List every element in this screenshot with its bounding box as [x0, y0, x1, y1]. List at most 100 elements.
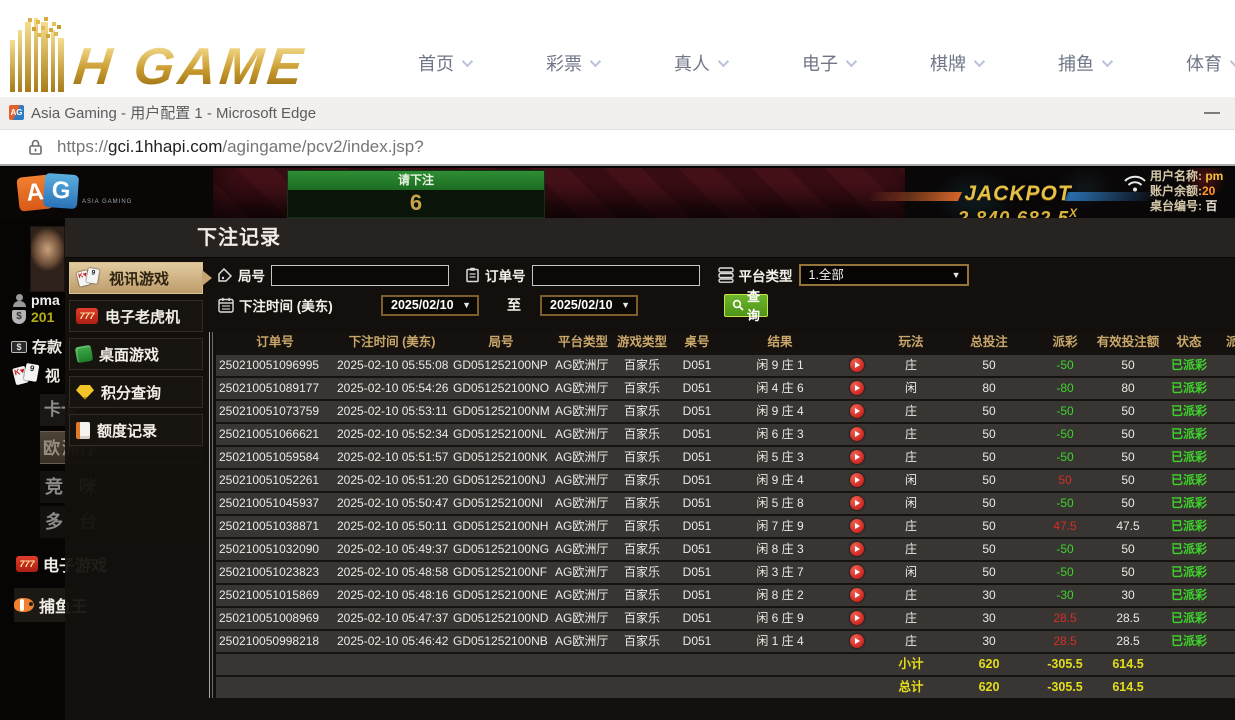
menu-item-table-games[interactable]: 桌面游戏: [69, 338, 203, 370]
table-cell: 闲 6 庄 3: [724, 424, 836, 445]
menu-label: 额度记录: [97, 420, 157, 441]
menu-item-quota-records[interactable]: 额度记录: [69, 414, 203, 446]
play-result-button[interactable]: [850, 427, 864, 441]
table-cell: 已派彩: [1160, 424, 1218, 445]
sidebar-balance: 201: [31, 309, 54, 325]
table-cell: [216, 654, 334, 675]
date-to-select[interactable]: 2025/02/10: [540, 295, 638, 316]
dice-icon: [75, 345, 94, 364]
table-cell: AG欧洲厅: [552, 516, 614, 537]
table-row: 2502100510891772025-02-10 05:54:26GD0512…: [216, 376, 1235, 399]
table-cell: [724, 654, 836, 675]
table-cell: [334, 654, 450, 675]
ag-favicon-icon: AG: [9, 105, 24, 120]
play-result-button[interactable]: [850, 542, 864, 556]
table-cell: 2025-02-10 05:51:20: [334, 470, 450, 491]
nav-item-slots[interactable]: 电子: [802, 50, 854, 76]
table-cell: 250210051073759: [216, 401, 334, 422]
chevron-down-icon: [1102, 56, 1113, 67]
table-cell: [836, 539, 878, 560]
table-cell: 50: [1096, 562, 1160, 583]
order-number-input[interactable]: [532, 265, 700, 286]
table-cell: [1218, 516, 1235, 537]
video-games-row[interactable]: K♥9 视: [14, 364, 60, 386]
table-cell: D051: [670, 516, 724, 537]
order-number-label: 订单号: [485, 265, 526, 285]
play-result-button[interactable]: [850, 565, 864, 579]
table-cell: [450, 654, 552, 675]
menu-item-slot-machine[interactable]: 777 电子老虎机: [69, 300, 203, 332]
play-result-button[interactable]: [850, 634, 864, 648]
nav-item-lottery[interactable]: 彩票: [546, 50, 598, 76]
table-cell: 已派彩: [1160, 355, 1218, 376]
table-cell: 庄: [878, 424, 944, 445]
table-row: 2502100510522612025-02-10 05:51:20GD0512…: [216, 468, 1235, 491]
column-header-clipped: 派: [1218, 332, 1235, 351]
table-cell: 250210051015869: [216, 585, 334, 606]
table-cell: AG欧洲厅: [552, 447, 614, 468]
table-cell: [1218, 447, 1235, 468]
play-result-button[interactable]: [850, 473, 864, 487]
table-cell: -30: [1034, 585, 1096, 606]
nav-item-fishing[interactable]: 捕鱼: [1058, 50, 1110, 76]
table-cell: 百家乐: [614, 493, 670, 514]
table-row: 2502100510238232025-02-10 05:48:58GD0512…: [216, 560, 1235, 583]
table-cell: 已派彩: [1160, 401, 1218, 422]
play-result-button[interactable]: [850, 611, 864, 625]
round-number-input[interactable]: [271, 265, 449, 286]
table-cell: [1160, 677, 1218, 698]
table-cell: 已派彩: [1160, 378, 1218, 399]
play-result-button[interactable]: [850, 404, 864, 418]
platform-type-select[interactable]: 1.全部: [799, 264, 969, 286]
play-result-button[interactable]: [850, 588, 864, 602]
play-result-button[interactable]: [850, 519, 864, 533]
playing-cards-icon: K♥9: [78, 269, 100, 288]
nav-item-live[interactable]: 真人: [674, 50, 726, 76]
date-from-select[interactable]: 2025/02/10: [381, 295, 479, 316]
play-result-button[interactable]: [850, 496, 864, 510]
table-cell: 30: [944, 608, 1034, 629]
avatar[interactable]: [30, 226, 65, 292]
table-cell: 已派彩: [1160, 562, 1218, 583]
table-row: 2502100510320902025-02-10 05:49:37GD0512…: [216, 537, 1235, 560]
table-cell: 庄: [878, 355, 944, 376]
nav-item-home[interactable]: 首页: [418, 50, 470, 76]
table-cell: 百家乐: [614, 378, 670, 399]
table-cell: 2025-02-10 05:46:42: [334, 631, 450, 652]
screen: H GAME 首页 彩票 真人 电子 棋牌 捕鱼 体育 AG Asia Gami…: [0, 0, 1235, 720]
minimize-button[interactable]: [1198, 99, 1226, 127]
play-result-button[interactable]: [850, 450, 864, 464]
table-cell: -50: [1034, 401, 1096, 422]
nav-item-sports[interactable]: 体育: [1186, 50, 1235, 76]
address-bar[interactable]: https://gci.1hhapi.com/agingame/pcv2/ind…: [57, 130, 424, 164]
deposit-card-icon: $: [11, 341, 27, 353]
table-cell: D051: [670, 539, 724, 560]
table-cell: [836, 516, 878, 537]
countdown-number: 6: [288, 190, 544, 216]
table-cell: 50: [1096, 401, 1160, 422]
playing-cards-icon: K♥9: [14, 364, 40, 386]
play-result-button[interactable]: [850, 381, 864, 395]
table-cell: [1218, 631, 1235, 652]
calendar-icon: [218, 297, 234, 313]
search-button[interactable]: 查询: [724, 294, 768, 317]
table-cell: [670, 654, 724, 675]
table-cell: 620: [944, 654, 1034, 675]
table-cell: [1218, 562, 1235, 583]
nav-item-cards[interactable]: 棋牌: [930, 50, 982, 76]
table-cell: 50: [944, 355, 1034, 376]
table-cell: 2025-02-10 05:48:58: [334, 562, 450, 583]
table-row: 2502100510737592025-02-10 05:53:11GD0512…: [216, 399, 1235, 422]
table-cell: 闲 5 庄 8: [724, 493, 836, 514]
deposit-row[interactable]: $ 存款: [11, 336, 62, 357]
table-cell: D051: [670, 424, 724, 445]
menu-item-points-query[interactable]: 积分查询: [69, 376, 203, 408]
hh-game-logo[interactable]: H GAME: [10, 16, 306, 92]
play-result-button[interactable]: [850, 358, 864, 372]
table-cell: 2025-02-10 05:49:37: [334, 539, 450, 560]
table-cell: [836, 585, 878, 606]
table-cell: [334, 677, 450, 698]
platform-type-label: 平台类型: [739, 265, 793, 285]
menu-item-video-games[interactable]: K♥9 视讯游戏: [69, 262, 203, 294]
to-label: 至: [507, 295, 521, 315]
